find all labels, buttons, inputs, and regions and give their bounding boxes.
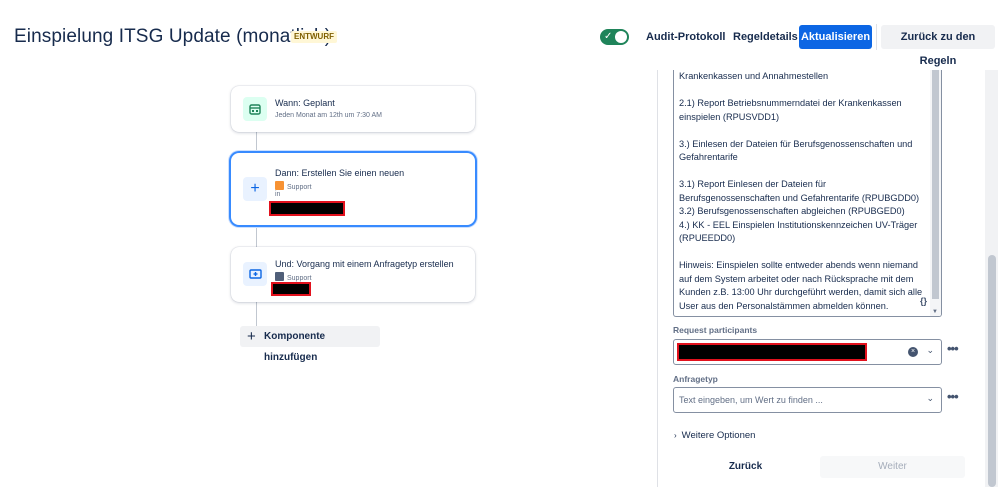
back-button[interactable]: Zurück (712, 456, 779, 478)
add-component-label: Komponente hinzufügen (264, 331, 326, 363)
participants-label: Request participants (673, 325, 758, 335)
project-name: Support (287, 184, 312, 191)
rule-details-button[interactable]: Regeldetails (727, 25, 804, 49)
chevron-right-icon: › (674, 431, 677, 440)
project-icon (275, 181, 284, 190)
branch-title: Und: Vorgang mit einem Anfragetyp erstel… (275, 259, 454, 269)
action-card[interactable]: + Dann: Erstellen Sie einen neuen Suppor… (231, 153, 475, 225)
next-button[interactable]: Weiter (820, 456, 965, 478)
branch-project: Support (275, 272, 312, 282)
chevron-down-icon[interactable]: ⌄ (926, 393, 934, 404)
scrollbar-thumb[interactable] (988, 255, 996, 487)
textarea-scrollbar[interactable]: ▼ (930, 70, 941, 316)
redacted-participant (677, 343, 867, 361)
in-label: in (275, 191, 281, 198)
redacted-field (269, 201, 345, 216)
request-type-select[interactable]: Text eingeben, um Wert zu finden ... ⌄ (673, 387, 942, 413)
action-project: Support (275, 181, 312, 191)
redacted-field (271, 282, 311, 296)
panel-scrollbar[interactable] (985, 70, 998, 487)
more-options-label: Weitere Optionen (681, 430, 756, 441)
divider (876, 24, 877, 50)
smart-values-icon[interactable]: {} (920, 296, 927, 306)
more-actions-icon[interactable]: ••• (947, 389, 959, 404)
plus-icon: + (243, 177, 267, 201)
participants-field[interactable]: × ⌄ (673, 339, 942, 365)
back-to-rules-button[interactable]: Zurück zu den Regeln (881, 25, 995, 67)
scrollbar-thumb[interactable] (932, 70, 939, 299)
description-textarea[interactable]: Krankenkassen und Annahmestellen 2.1) Re… (673, 70, 942, 317)
chevron-down-icon[interactable]: ⌄ (926, 345, 934, 356)
toggle-knob (615, 31, 627, 43)
request-type-icon (243, 262, 267, 286)
check-icon: ✓ (604, 31, 613, 42)
audit-log-button[interactable]: Audit-Protokoll (640, 25, 731, 49)
flow-connector (256, 132, 257, 152)
add-component-button[interactable]: + Komponente hinzufügen (240, 326, 380, 363)
trigger-title: Wann: Geplant (275, 98, 335, 108)
description-text: Krankenkassen und Annahmestellen 2.1) Re… (679, 71, 923, 311)
project-name: Support (287, 275, 312, 282)
flow-connector (256, 302, 257, 326)
trigger-card[interactable]: Wann: Geplant Jeden Monat am 12th um 7:3… (231, 86, 475, 132)
update-button[interactable]: Aktualisieren (799, 25, 872, 49)
rule-enabled-toggle[interactable]: ✓ (600, 29, 629, 45)
status-badge: ENTWURF (291, 31, 337, 43)
more-options-toggle[interactable]: › Weitere Optionen (674, 430, 755, 441)
more-actions-icon[interactable]: ••• (947, 341, 959, 356)
rule-header: Einspielung ITSG Update (monatlich) ENTW… (0, 0, 998, 70)
request-type-label: Anfragetyp (673, 374, 718, 384)
page-title: Einspielung ITSG Update (monatlich) (14, 26, 332, 47)
request-type-placeholder: Text eingeben, um Wert zu finden ... (679, 395, 823, 405)
tools-icon (275, 272, 284, 281)
trigger-subtitle: Jeden Monat am 12th um 7:30 AM (275, 112, 383, 119)
clear-icon[interactable]: × (908, 347, 918, 357)
plus-icon: + (247, 328, 256, 345)
scroll-down-icon[interactable]: ▼ (932, 309, 938, 315)
calendar-icon (243, 97, 267, 121)
branch-card[interactable]: Und: Vorgang mit einem Anfragetyp erstel… (231, 247, 475, 302)
action-title: Dann: Erstellen Sie einen neuen (275, 168, 405, 178)
flow-connector (256, 225, 257, 247)
